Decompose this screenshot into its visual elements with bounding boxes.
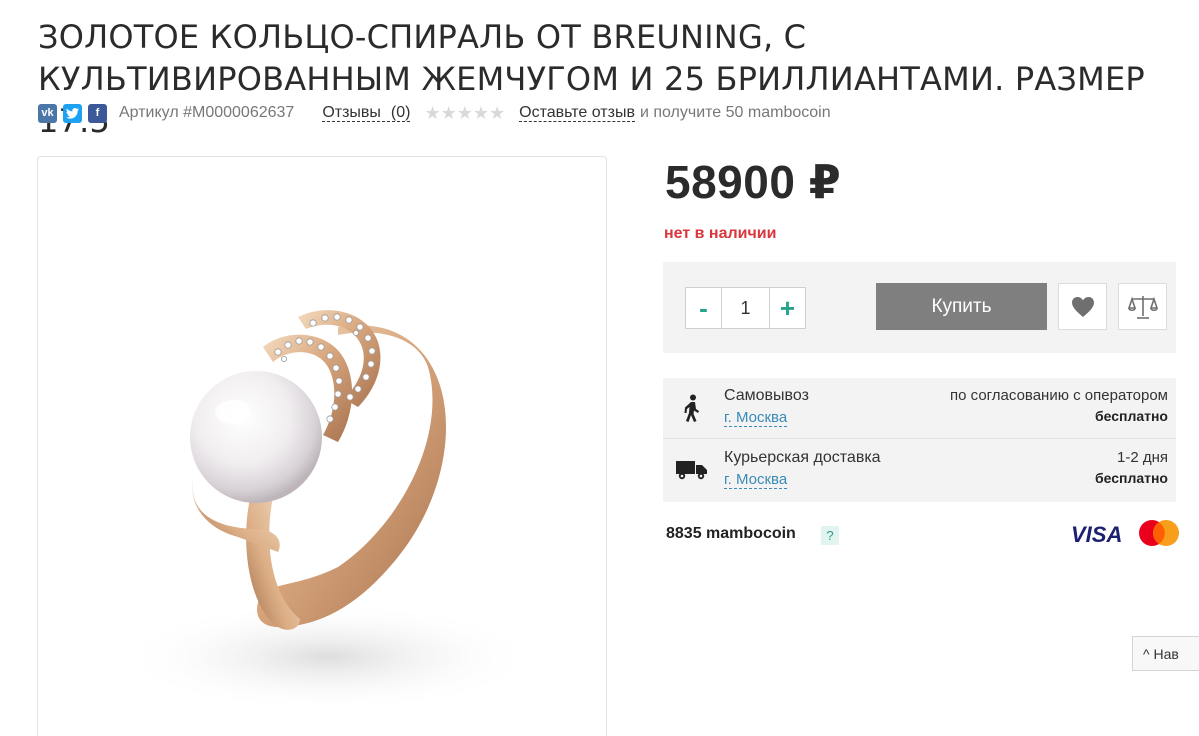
rating-stars[interactable]: ★★★★★ — [424, 103, 505, 124]
product-sku: Артикул #M0000062637 — [119, 104, 295, 121]
mambocoin-help-button[interactable]: ? — [821, 526, 839, 545]
delivery-term: по согласованию с оператором — [950, 387, 1168, 404]
review-bonus-text: и получите 50 mambocoin — [639, 104, 831, 121]
product-photo[interactable] — [37, 156, 607, 736]
leave-review-link[interactable]: Оставьте отзыв — [519, 104, 635, 122]
delivery-price: бесплатно — [1094, 408, 1168, 424]
product-price: 58900 ₽ — [665, 156, 842, 208]
compare-button[interactable] — [1118, 283, 1167, 330]
scales-icon — [1127, 295, 1158, 319]
stock-status: нет в наличии — [664, 225, 777, 242]
delivery-option-courier: Курьерская доставка г. Москва 1-2 дня бе… — [663, 440, 1176, 501]
delivery-options: Самовывоз г. Москва по согласованию с оп… — [663, 378, 1176, 502]
buy-panel: - 1 + Купить — [663, 262, 1176, 353]
delivery-price: бесплатно — [1094, 470, 1168, 486]
vk-share-icon[interactable]: vk — [38, 103, 57, 123]
scroll-to-top-tab[interactable]: ^ Нав — [1132, 636, 1199, 671]
mambocoin-balance: 8835 mambocoin — [666, 525, 796, 542]
delivery-name: Курьерская доставка — [724, 449, 881, 466]
delivery-term: 1-2 дня — [1116, 449, 1168, 466]
heart-icon — [1071, 296, 1094, 317]
twitter-share-icon[interactable] — [63, 103, 82, 123]
delivery-option-pickup: Самовывоз г. Москва по согласованию с оп… — [663, 378, 1176, 439]
ring-image — [118, 310, 538, 712]
quantity-stepper: - 1 + — [685, 287, 806, 329]
delivery-name: Самовывоз — [724, 387, 809, 404]
product-meta-row: vk f Артикул #M0000062637 Отзывы (0) ★★★★… — [38, 101, 831, 125]
reviews-label: Отзывы — [322, 103, 381, 121]
quantity-increase-button[interactable]: + — [769, 288, 805, 328]
delivery-city-link[interactable]: г. Москва — [724, 410, 788, 427]
truck-icon — [675, 457, 709, 483]
quantity-decrease-button[interactable]: - — [686, 288, 722, 328]
quantity-value[interactable]: 1 — [722, 288, 769, 328]
mastercard-logo — [1139, 520, 1179, 546]
visa-logo: VISA — [1071, 522, 1123, 547]
buy-button[interactable]: Купить — [876, 283, 1047, 330]
facebook-share-icon[interactable]: f — [88, 103, 107, 123]
reviews-link[interactable]: Отзывы (0) — [322, 103, 411, 122]
walking-person-icon — [675, 394, 709, 422]
reviews-count: (0) — [390, 103, 411, 121]
add-to-favorites-button[interactable] — [1058, 283, 1107, 330]
delivery-city-link[interactable]: г. Москва — [724, 472, 788, 489]
